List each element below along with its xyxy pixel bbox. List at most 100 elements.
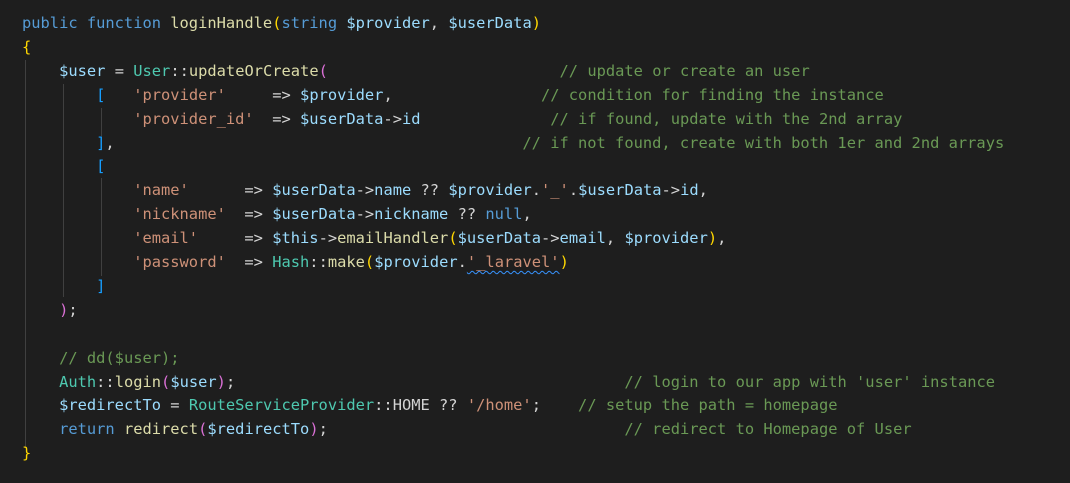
code-line: public function loginHandle(string $prov… xyxy=(22,12,541,36)
code-token: = xyxy=(105,61,134,80)
code-token: = xyxy=(161,396,189,415)
code-token: name xyxy=(374,181,412,200)
code-token: $userData xyxy=(448,14,532,32)
code-token: public function xyxy=(22,14,171,32)
code-token: loginHandle xyxy=(170,14,273,32)
code-token: ::HOME ?? xyxy=(374,396,467,415)
code-token: ) xyxy=(707,229,718,248)
code-token: 'password' xyxy=(133,253,226,271)
code-token: , xyxy=(605,229,625,248)
code-line: ], // if not found, create with both 1er… xyxy=(22,132,1004,156)
code-token: // login to our app with 'user' instance xyxy=(624,372,996,391)
code-token: { xyxy=(22,37,32,56)
code-line: 'name' => $userData->name ?? $provider.'… xyxy=(22,179,708,203)
code-token: '/home' xyxy=(466,396,532,415)
code-line: 'email' => $this->emailHandler($userData… xyxy=(22,227,726,251)
code-line: Auth::login($user); // login to our app … xyxy=(22,371,995,395)
code-token: $provider xyxy=(346,14,430,32)
code-token: nickname xyxy=(374,205,449,224)
code-token: ( xyxy=(448,229,458,248)
code-token: ; xyxy=(225,372,625,391)
code-token: -> xyxy=(355,181,375,200)
code-line: ] xyxy=(22,275,105,299)
code-token: -> xyxy=(318,229,338,248)
code-editor[interactable]: public function loginHandle ( string $prov… xyxy=(0,0,1070,483)
code-token: -> xyxy=(355,205,375,224)
code-token: id xyxy=(680,181,699,200)
code-token: ?? xyxy=(448,205,486,224)
code-token: ; xyxy=(68,300,78,319)
code-token: => xyxy=(225,205,273,224)
code-token: :: xyxy=(309,253,328,271)
code-token: ( xyxy=(161,372,171,391)
code-token: , xyxy=(698,181,708,200)
code-token: , xyxy=(717,229,727,248)
code-token: ) xyxy=(309,420,319,439)
code-token: , xyxy=(383,85,541,104)
code-token: 'name' xyxy=(133,181,189,200)
code-token: $provider xyxy=(448,181,532,200)
code-token: . xyxy=(568,181,579,200)
code-token: $redirectTo xyxy=(207,420,310,439)
code-token: '_' xyxy=(541,181,569,200)
code-token: ?? xyxy=(411,181,449,200)
code-token: . xyxy=(457,253,467,271)
code-token: , xyxy=(429,14,449,32)
code-token: ( xyxy=(198,420,208,439)
code-token: $userData xyxy=(457,229,541,248)
code-token: 'email' xyxy=(133,229,199,248)
code-line: 'provider_id' => $userData->id // if fou… xyxy=(22,108,902,132)
code-line: return redirect($redirectTo); // redirec… xyxy=(22,418,912,442)
code-token: -> xyxy=(661,181,681,200)
code-token: Hash xyxy=(272,253,310,271)
code-token: $userData xyxy=(272,181,356,200)
code-token: '_laravel' xyxy=(466,253,560,271)
code-token: 'provider_id' xyxy=(133,109,254,128)
code-token: . xyxy=(531,181,542,200)
code-token: $this xyxy=(272,229,319,248)
code-token: :: xyxy=(96,372,115,391)
code-token: // if not found, create with both 1er an… xyxy=(522,133,1005,152)
code-token: // condition for finding the instance xyxy=(540,85,884,104)
code-token: [ xyxy=(96,157,106,176)
code-token: , xyxy=(105,133,523,152)
code-token: $userData xyxy=(272,205,356,224)
code-token: RouteServiceProvider xyxy=(188,396,375,415)
code-line: $user = User::updateOrCreate( // update … xyxy=(22,60,810,84)
code-token: => xyxy=(225,85,301,104)
code-token: $provider xyxy=(374,253,458,271)
code-token: // setup the path = homepage xyxy=(578,396,838,415)
code-token: Auth xyxy=(59,372,97,391)
code-token: :: xyxy=(170,61,189,80)
code-token: ( xyxy=(318,61,328,80)
code-token: $user xyxy=(170,372,217,391)
code-token: User xyxy=(133,61,171,80)
code-token: emailHandler xyxy=(337,229,449,248)
code-token: $provider xyxy=(624,229,708,248)
code-line: $redirectTo = RouteServiceProvider::HOME… xyxy=(22,394,838,418)
code-token: ) xyxy=(559,253,569,271)
code-token: 'nickname' xyxy=(133,205,226,224)
code-line: 'password' => Hash::make($provider.'_lar… xyxy=(22,251,569,275)
code-token: make xyxy=(327,253,365,271)
code-token: $redirectTo xyxy=(59,396,162,415)
code-line: [ 'provider' => $provider, // condition … xyxy=(22,84,884,108)
code-token: string xyxy=(281,14,347,32)
code-token: $userData xyxy=(300,109,384,128)
code-line: // dd($user); xyxy=(22,347,179,371)
code-token: // redirect to Homepage of User xyxy=(624,420,912,439)
